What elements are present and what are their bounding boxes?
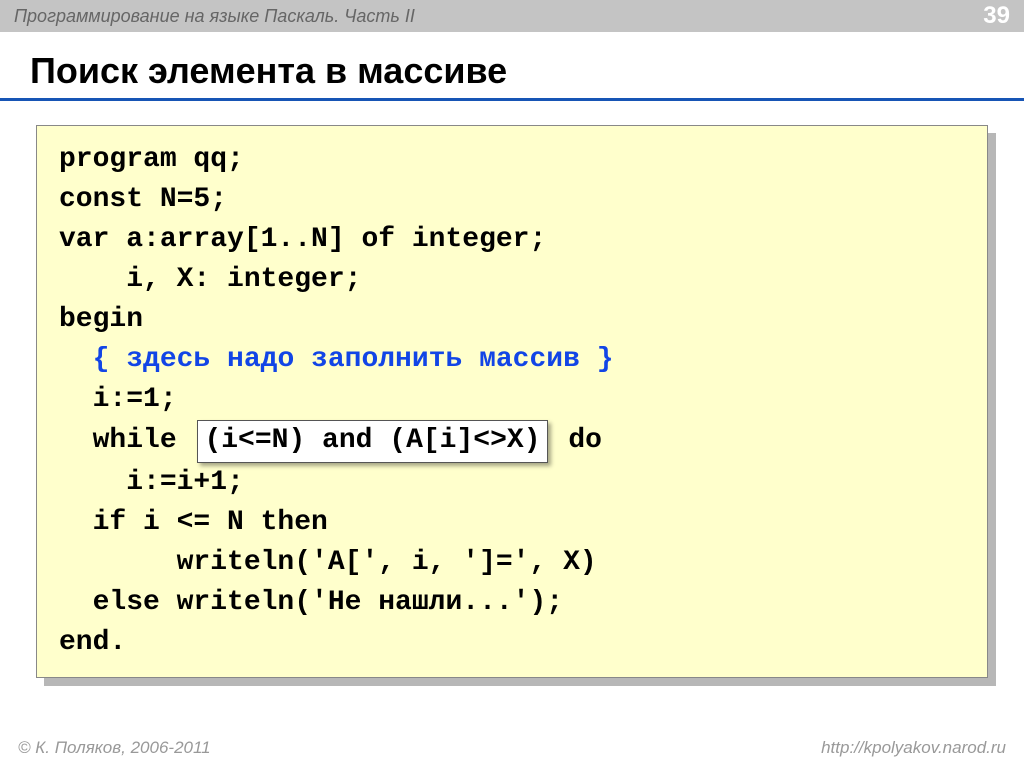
do-keyword: do [568, 425, 602, 456]
footer-copyright: © К. Поляков, 2006-2011 [18, 738, 211, 758]
code-line: i:=1; [59, 380, 967, 420]
code-line: else writeln('Не нашли...'); [59, 583, 967, 623]
code-block: program qq; const N=5; var a:array[1..N]… [36, 125, 988, 678]
while-keyword: while [59, 425, 177, 456]
code-line: begin [59, 300, 967, 340]
code-line: var a:array[1..N] of integer; [59, 220, 967, 260]
slide-title: Поиск элемента в массиве [0, 32, 1024, 98]
code-line: while (i<=N) and (A[i]<>X) do [59, 420, 967, 463]
code-comment: { здесь надо заполнить массив } [93, 344, 614, 375]
code-line: program qq; [59, 140, 967, 180]
code-line: const N=5; [59, 180, 967, 220]
header-subject: Программирование на языке Паскаль. Часть… [14, 6, 415, 27]
code-line: i, X: integer; [59, 260, 967, 300]
code-indent [59, 344, 93, 375]
code-line: { здесь надо заполнить массив } [59, 340, 967, 380]
footer-url: http://kpolyakov.narod.ru [821, 738, 1006, 758]
code-block-wrap: program qq; const N=5; var a:array[1..N]… [36, 125, 988, 678]
code-line: end. [59, 623, 967, 663]
footer: © К. Поляков, 2006-2011 http://kpolyakov… [0, 738, 1024, 758]
highlighted-condition: (i<=N) and (A[i]<>X) [197, 420, 547, 463]
code-line: writeln('A[', i, ']=', X) [59, 543, 967, 583]
header-bar: Программирование на языке Паскаль. Часть… [0, 0, 1024, 32]
code-line: if i <= N then [59, 503, 967, 543]
code-line: i:=i+1; [59, 463, 967, 503]
title-underline [0, 98, 1024, 101]
page-number: 39 [983, 2, 1010, 30]
